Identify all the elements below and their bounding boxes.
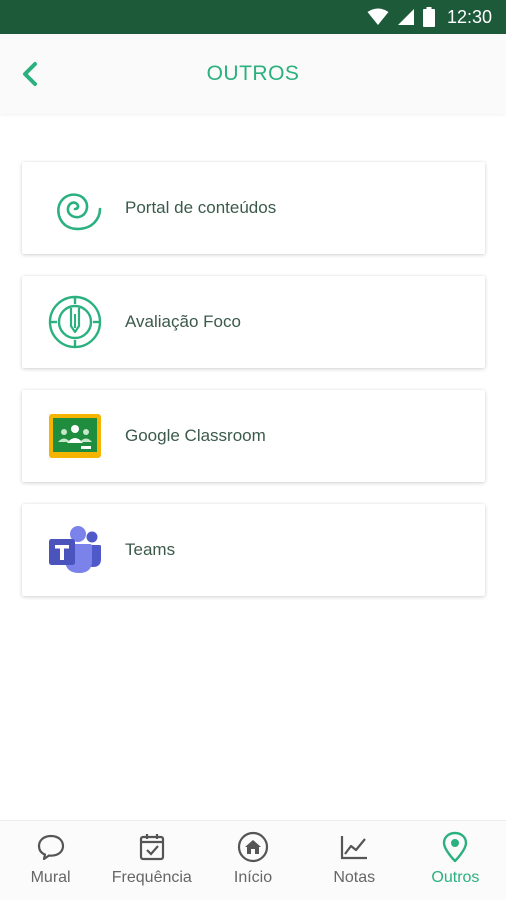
nav-label: Notas <box>333 869 376 886</box>
nav-label: Frequência <box>111 869 192 886</box>
bottom-navigation: Mural Frequência Início Notas Outros <box>0 820 506 900</box>
nav-label: Outros <box>431 869 480 886</box>
nav-item-frequencia[interactable]: Frequência <box>101 821 202 900</box>
nav-label: Mural <box>30 869 71 886</box>
list-item-teams[interactable]: Teams <box>22 504 485 596</box>
teams-icon <box>47 522 103 578</box>
location-pin-icon <box>443 831 468 863</box>
wifi-icon <box>367 8 389 25</box>
list-item-portal-de-conteudos[interactable]: Portal de conteúdos <box>22 162 485 254</box>
nav-item-outros[interactable]: Outros <box>405 821 506 900</box>
signal-icon <box>397 9 414 25</box>
status-bar: 12:30 <box>0 0 506 34</box>
options-list: Portal de conteúdos Avaliação Foco Googl… <box>22 162 485 618</box>
spiral-icon <box>47 180 103 236</box>
nav-label: Início <box>233 869 273 886</box>
app-bar: OUTROS <box>0 34 506 114</box>
nav-item-mural[interactable]: Mural <box>0 821 101 900</box>
list-item-label: Portal de conteúdos <box>125 198 277 217</box>
list-item-label: Google Classroom <box>125 426 266 445</box>
battery-icon <box>422 7 435 27</box>
list-item-label: Teams <box>125 540 176 559</box>
target-pen-icon <box>47 294 103 350</box>
status-time: 12:30 <box>446 6 492 27</box>
list-item-google-classroom[interactable]: Google Classroom <box>22 390 485 482</box>
list-item-avaliacao-foco[interactable]: Avaliação Foco <box>22 276 485 368</box>
list-item-label: Avaliação Foco <box>125 312 241 331</box>
classroom-icon <box>47 408 103 464</box>
nav-item-notas[interactable]: Notas <box>304 821 405 900</box>
home-icon <box>237 831 269 863</box>
calendar-check-icon <box>139 834 164 861</box>
nav-item-inicio[interactable]: Início <box>202 821 303 900</box>
line-chart-icon <box>341 836 368 860</box>
chat-bubble-icon <box>37 834 64 861</box>
page-title: OUTROS <box>206 62 300 85</box>
